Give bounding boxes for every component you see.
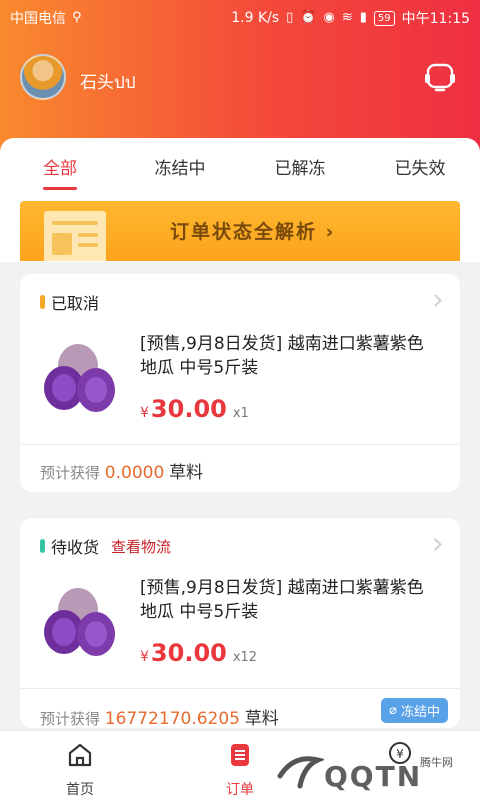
order-status-banner[interactable]: 订单状态全解析 › xyxy=(20,201,460,261)
order-card[interactable]: 已取消 [预售,9月8日发货] 越南进口紫薯紫色地瓜 中号5斤装 ¥30.00 x… xyxy=(20,274,460,492)
nav-home[interactable]: 首页 xyxy=(0,731,160,800)
carrier-label: 中国电信 xyxy=(10,11,66,27)
signal-icon: ▮ xyxy=(359,10,367,25)
tab-expired[interactable]: 已失效 xyxy=(360,150,480,190)
order-status: 已取消 xyxy=(40,290,99,314)
chevron-right-icon[interactable] xyxy=(429,294,442,307)
product-price: ¥30.00 x12 xyxy=(140,639,258,667)
battery-indicator: 59 xyxy=(373,10,395,26)
wifi-icon: ≋ xyxy=(341,10,353,25)
nav-wallet[interactable]: ¥ xyxy=(320,731,480,800)
username: 石头ปป xyxy=(80,73,136,93)
order-card[interactable]: 待收货 查看物流 [预售,9月8日发货] 越南进口紫薯紫色地瓜 中号5斤装 ¥3… xyxy=(20,518,460,729)
status-dot xyxy=(40,539,45,553)
estimated-earnings: 预计获得 0.0000 草料 xyxy=(40,463,204,483)
nav-orders-label: 订单 xyxy=(226,782,254,798)
product-title: [预售,9月8日发货] 越南进口紫薯紫色地瓜 中号5斤装 xyxy=(140,578,424,622)
view-logistics-link[interactable]: 查看物流 xyxy=(111,536,171,557)
nav-home-label: 首页 xyxy=(66,782,94,798)
divider xyxy=(20,444,460,445)
tab-frozen[interactable]: 冻结中 xyxy=(120,150,240,190)
status-bar: 中国电信 ⚲ 1.9 K/s ▯ ⏰ ◉ ≋ ▮ 59 中午11:15 xyxy=(0,0,480,34)
usb-icon: ⚲ xyxy=(72,10,82,25)
yen-wallet-icon: ¥ xyxy=(389,742,411,764)
product-image xyxy=(44,588,115,656)
alarm-icon: ⏰ xyxy=(300,10,317,25)
leaf-icon: ⌀ xyxy=(389,703,397,718)
product-quantity: x1 xyxy=(232,406,249,421)
order-status-label: 待收货 xyxy=(51,538,100,557)
product-price: ¥30.00 x1 xyxy=(140,395,249,423)
frozen-status-badge: ⌀ 冻结中 xyxy=(381,698,448,723)
order-status-label: 已取消 xyxy=(51,294,100,313)
headset-icon xyxy=(425,63,455,92)
order-status: 待收货 查看物流 xyxy=(40,534,171,558)
banner-text: 订单状态全解析 › xyxy=(170,221,336,243)
eye-icon: ◉ xyxy=(323,10,335,25)
order-tabs: 全部 冻结中 已解冻 已失效 xyxy=(0,150,480,190)
chevron-right-icon[interactable] xyxy=(429,538,442,551)
clock: 中午11:15 xyxy=(401,11,470,27)
customer-service-button[interactable] xyxy=(422,60,458,96)
svg-text:¥: ¥ xyxy=(396,747,404,761)
vibrate-icon: ▯ xyxy=(286,10,294,25)
order-icon xyxy=(231,744,249,766)
tab-all[interactable]: 全部 xyxy=(0,150,120,190)
product-image xyxy=(44,344,115,412)
nav-orders[interactable]: 订单 xyxy=(160,731,320,800)
estimated-earnings: 预计获得 16772170.6205 草料 xyxy=(40,709,279,729)
home-icon xyxy=(68,743,92,767)
bottom-navigation: 首页 订单 ¥ xyxy=(0,730,480,800)
product-quantity: x12 xyxy=(232,650,258,665)
tab-unfrozen[interactable]: 已解冻 xyxy=(240,150,360,190)
document-icon xyxy=(44,211,106,261)
network-speed: 1.9 K/s xyxy=(231,10,280,26)
status-dot xyxy=(40,295,45,309)
avatar[interactable] xyxy=(20,54,66,100)
divider xyxy=(20,688,460,689)
product-title: [预售,9月8日发货] 越南进口紫薯紫色地瓜 中号5斤装 xyxy=(140,334,424,378)
